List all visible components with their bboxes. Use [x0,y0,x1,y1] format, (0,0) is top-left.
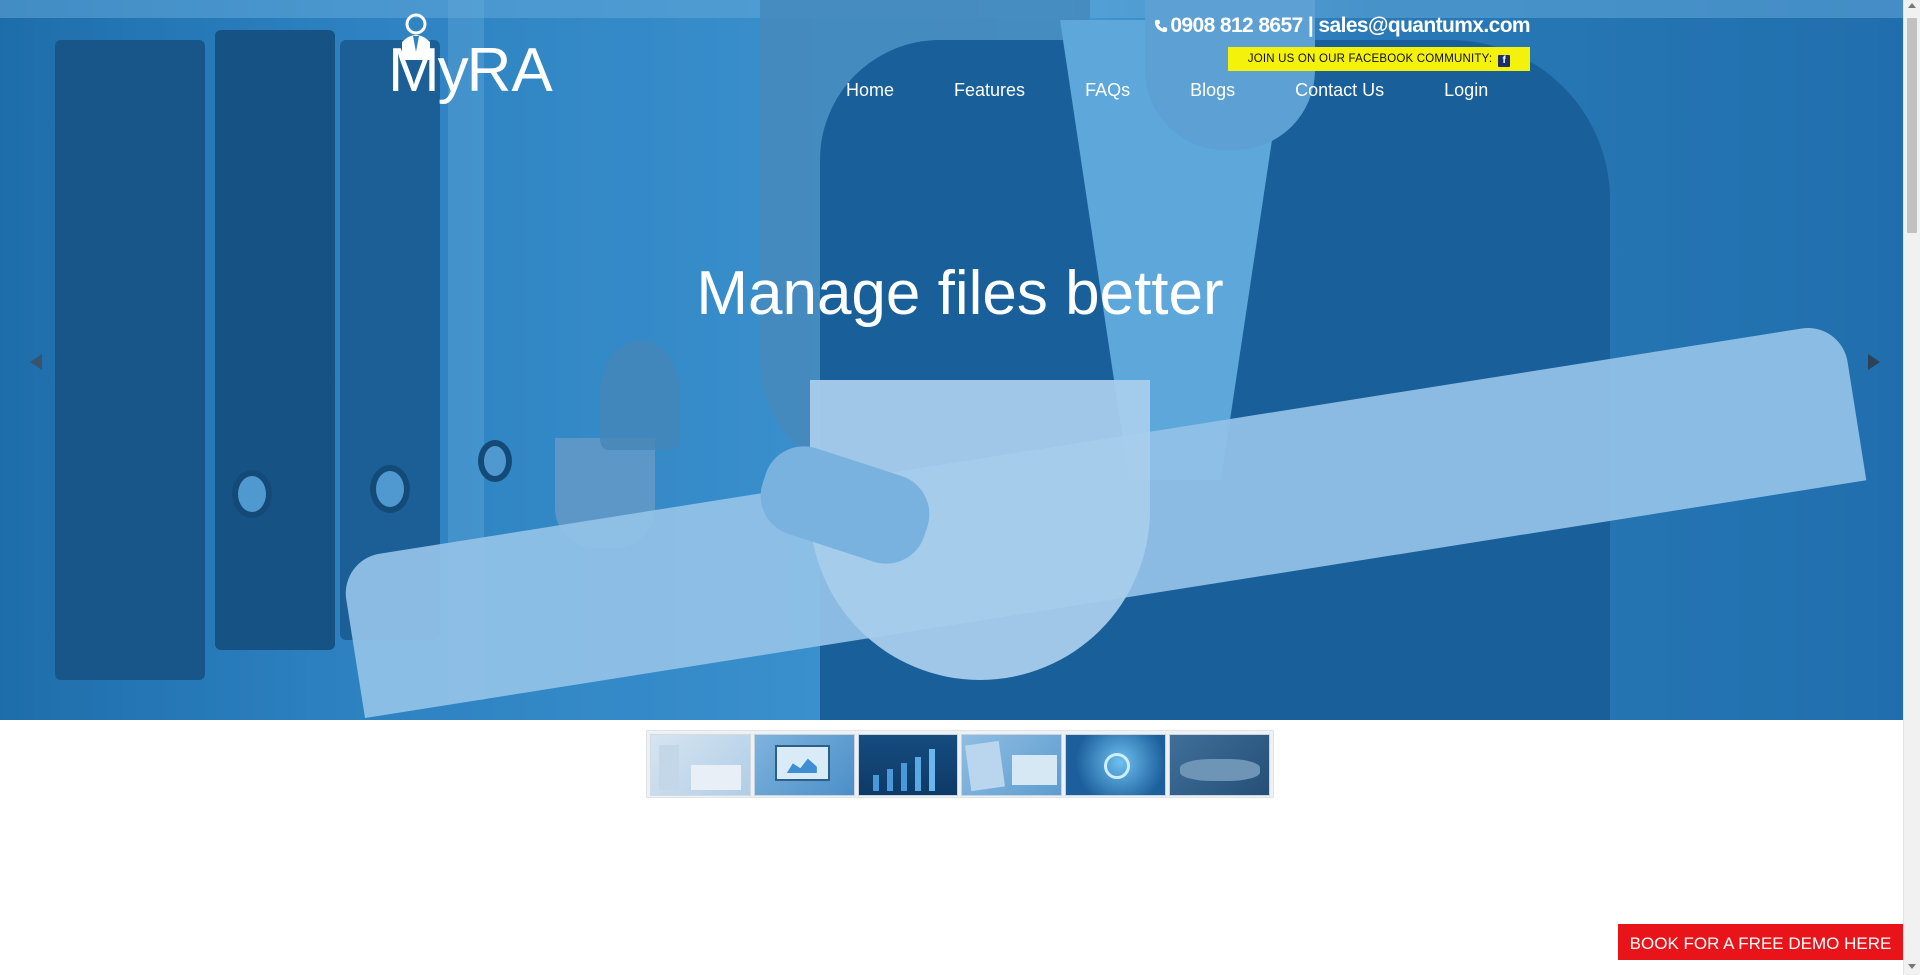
nav-login[interactable]: Login [1444,80,1488,104]
hero-headline: Manage files better [696,259,1224,328]
thumbnail-2[interactable] [753,734,855,796]
thumbnail-5[interactable] [1065,734,1167,796]
thumbnail-1[interactable] [650,734,751,796]
nav-features[interactable]: Features [954,80,1025,104]
hero-slider: MyRA 0908 812 8657 | sales@quantumx.com … [0,0,1903,720]
facebook-icon[interactable]: f [1498,55,1511,67]
myra-logo[interactable]: MyRA [388,12,558,112]
thumbnail-6[interactable] [1169,734,1270,796]
slider-prev-icon[interactable] [24,350,48,374]
nav-contact-us[interactable]: Contact Us [1295,80,1384,104]
contact-info: 0908 812 8657 | sales@quantumx.com [1120,14,1531,38]
logo-my: My [388,36,469,105]
slider-thumbnails [646,730,1274,798]
main-nav: Home Features FAQs Blogs Contact Us Logi… [820,80,1488,104]
phone-number[interactable]: 0908 812 8657 [1170,14,1303,37]
slider-next-icon[interactable] [1862,350,1886,374]
thumbnail-4[interactable] [961,734,1063,796]
logo-wordmark: MyRA [388,40,553,102]
book-demo-button[interactable]: BOOK FOR A FREE DEMO HERE [1618,924,1903,960]
scrollbar-thumb[interactable] [1907,18,1917,233]
logo-ra: RA [466,36,553,105]
page: MyRA 0908 812 8657 | sales@quantumx.com … [0,0,1920,975]
scroll-down-icon[interactable] [1908,964,1916,969]
nav-faqs[interactable]: FAQs [1085,80,1130,104]
email-address[interactable]: sales@quantumx.com [1318,14,1530,37]
phone-icon [1155,20,1168,33]
blue-overlay [0,0,1903,720]
nav-home[interactable]: Home [846,80,894,104]
facebook-community-banner[interactable]: JOIN US ON OUR FACEBOOK COMMUNITY: f [1228,47,1530,71]
contact-separator: | [1302,14,1319,37]
page-scrollbar[interactable] [1903,0,1920,975]
thumbnail-3[interactable] [857,734,959,796]
nav-blogs[interactable]: Blogs [1190,80,1235,104]
facebook-banner-text: JOIN US ON OUR FACEBOOK COMMUNITY: [1247,53,1493,65]
scroll-up-icon[interactable] [1908,3,1916,8]
